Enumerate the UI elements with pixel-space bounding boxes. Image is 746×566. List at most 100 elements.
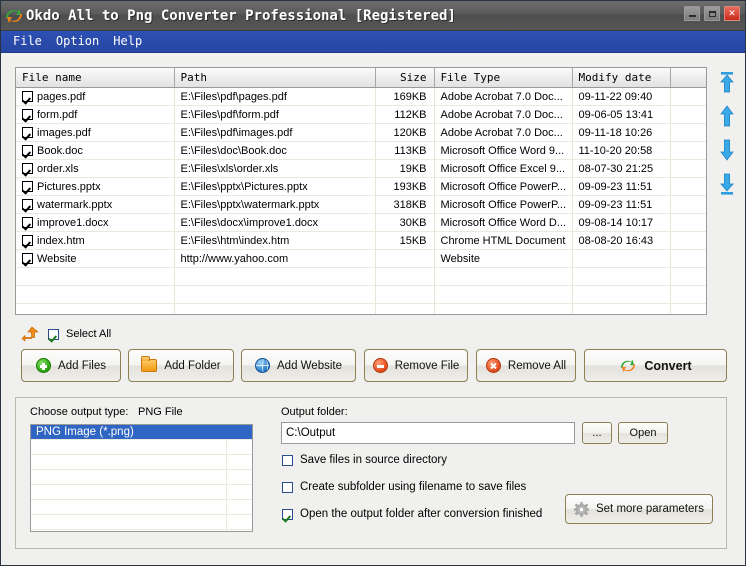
convert-button[interactable]: Convert <box>584 349 727 382</box>
cell-file-name[interactable]: Pictures.pptx <box>16 177 175 196</box>
table-row[interactable]: order.xls E:\Files\xls\order.xls 19KB Micro… <box>16 159 706 178</box>
table-row-empty[interactable] <box>16 285 706 304</box>
table-row[interactable]: form.pdf E:\Files\pdf\form.pdf 112KB Adobe … <box>16 105 706 124</box>
row-checkbox[interactable] <box>22 252 33 264</box>
option-save-in-source-dir[interactable]: Save files in source directory <box>282 454 447 466</box>
row-checkbox[interactable] <box>22 144 33 156</box>
row-checkbox[interactable] <box>22 198 33 210</box>
row-checkbox[interactable] <box>22 126 33 138</box>
remove-all-button[interactable]: Remove All <box>476 349 576 382</box>
option-create-subfolder[interactable]: Create subfolder using filename to save … <box>282 481 526 493</box>
move-to-bottom-button[interactable] <box>717 173 737 195</box>
open-output-folder-checkbox[interactable] <box>282 508 293 520</box>
move-up-orange-icon[interactable] <box>21 326 41 342</box>
table-row-empty[interactable] <box>16 303 706 314</box>
row-checkbox[interactable] <box>22 162 33 174</box>
file-name-text: Website <box>37 252 77 265</box>
remove-file-button[interactable]: Remove File <box>364 349 468 382</box>
maximize-button[interactable] <box>704 6 720 21</box>
cell-path: E:\Files\xls\order.xls <box>174 159 376 178</box>
cell-size: 30KB <box>375 213 435 232</box>
table-row[interactable]: images.pdf E:\Files\pdf\images.pdf 120KB Ad… <box>16 123 706 142</box>
save-in-source-dir-checkbox[interactable] <box>282 454 293 466</box>
menu-item-option[interactable]: Option <box>51 33 108 50</box>
cell-size: 120KB <box>375 123 435 142</box>
cell-file-name[interactable]: Website <box>16 249 175 268</box>
table-header-row: File name Path Size File Type Modify dat… <box>16 68 706 88</box>
output-folder-input[interactable] <box>281 422 575 444</box>
convert-swirl-icon <box>619 358 637 374</box>
option-open-output-folder[interactable]: Open the output folder after conversion … <box>282 508 542 520</box>
cell-path: http://www.yahoo.com <box>174 249 376 268</box>
create-subfolder-checkbox[interactable] <box>282 481 293 493</box>
add-folder-button[interactable]: Add Folder <box>128 349 234 382</box>
cell-extra <box>670 141 706 160</box>
cell-extra <box>670 249 706 268</box>
create-subfolder-label: Create subfolder using filename to save … <box>300 481 527 493</box>
column-header-modify-date[interactable]: Modify date <box>572 68 671 88</box>
cell-modify-date: 09-09-23 11:51 <box>572 195 671 214</box>
cell-path: E:\Files\pdf\pages.pdf <box>174 87 376 106</box>
cell-file-name[interactable]: index.htm <box>16 231 175 250</box>
cell-empty <box>434 285 573 304</box>
cell-path: E:\Files\pptx\watermark.pptx <box>174 195 376 214</box>
add-files-button[interactable]: Add Files <box>21 349 121 382</box>
row-checkbox[interactable] <box>22 90 33 102</box>
table-row[interactable]: pages.pdf E:\Files\pdf\pages.pdf 169KB Adob… <box>16 87 706 106</box>
table-row[interactable]: Book.doc E:\Files\doc\Book.doc 113KB Micros… <box>16 141 706 160</box>
close-button[interactable]: ✕ <box>724 6 740 21</box>
file-list-table[interactable]: File name Path Size File Type Modify dat… <box>15 67 707 315</box>
move-up-button[interactable] <box>717 105 737 127</box>
column-header-file-type[interactable]: File Type <box>434 68 573 88</box>
cell-file-name[interactable]: Book.doc <box>16 141 175 160</box>
column-header-path[interactable]: Path <box>174 68 376 88</box>
cell-file-name[interactable]: improve1.docx <box>16 213 175 232</box>
column-header-extra[interactable] <box>670 68 706 88</box>
row-checkbox[interactable] <box>22 180 33 192</box>
row-checkbox[interactable] <box>22 216 33 228</box>
cell-file-name[interactable]: watermark.pptx <box>16 195 175 214</box>
table-row[interactable]: improve1.docx E:\Files\docx\improve1.docx… <box>16 213 706 232</box>
file-name-text: order.xls <box>37 162 79 175</box>
cell-file-name[interactable]: order.xls <box>16 159 175 178</box>
open-folder-button[interactable]: Open <box>618 422 668 444</box>
table-row[interactable]: index.htm E:\Files\htm\index.htm 15KB Chrom… <box>16 231 706 250</box>
cell-file-name[interactable]: form.pdf <box>16 105 175 124</box>
move-to-top-button[interactable] <box>717 71 737 93</box>
window-controls: ✕ <box>684 6 740 21</box>
cell-extra <box>670 123 706 142</box>
row-checkbox[interactable] <box>22 108 33 120</box>
set-more-parameters-label: Set more parameters <box>595 503 704 515</box>
cell-empty <box>16 267 175 286</box>
table-row[interactable]: Website http://www.yahoo.com Website <box>16 249 706 268</box>
table-row[interactable]: Pictures.pptx E:\Files\pptx\Pictures.pptx… <box>16 177 706 196</box>
folder-icon <box>141 356 158 372</box>
cell-size: 19KB <box>375 159 435 178</box>
column-header-file-name[interactable]: File name <box>16 68 175 88</box>
file-name-text: watermark.pptx <box>37 198 113 211</box>
main-content: File name Path Size File Type Modify dat… <box>1 53 745 565</box>
minimize-button[interactable] <box>684 6 700 21</box>
move-down-button[interactable] <box>717 139 737 161</box>
select-all-checkbox[interactable] <box>48 328 59 340</box>
cell-file-name[interactable]: pages.pdf <box>16 87 175 106</box>
cell-modify-date: 09-06-05 13:41 <box>572 105 671 124</box>
cell-modify-date: 09-11-22 09:40 <box>572 87 671 106</box>
browse-folder-button[interactable]: ... <box>582 422 612 444</box>
table-row[interactable]: watermark.pptx E:\Files\pptx\watermark.pp… <box>16 195 706 214</box>
open-output-folder-label: Open the output folder after conversion … <box>300 508 543 520</box>
column-header-size[interactable]: Size <box>375 68 435 88</box>
table-row-empty[interactable] <box>16 267 706 286</box>
menu-item-file[interactable]: File <box>8 33 51 50</box>
output-type-option[interactable]: PNG Image (*.png) <box>31 425 252 440</box>
cell-file-name[interactable]: images.pdf <box>16 123 175 142</box>
add-website-button[interactable]: Add Website <box>241 349 356 382</box>
row-checkbox[interactable] <box>22 234 33 246</box>
output-type-list[interactable]: PNG Image (*.png) <box>30 424 253 532</box>
cell-empty <box>572 267 671 286</box>
menu-item-help[interactable]: Help <box>108 33 151 50</box>
cell-file-type: Adobe Acrobat 7.0 Doc... <box>434 87 573 106</box>
set-more-parameters-button[interactable]: Set more parameters <box>565 494 713 524</box>
cell-empty <box>375 267 435 286</box>
cell-path: E:\Files\pdf\form.pdf <box>174 105 376 124</box>
